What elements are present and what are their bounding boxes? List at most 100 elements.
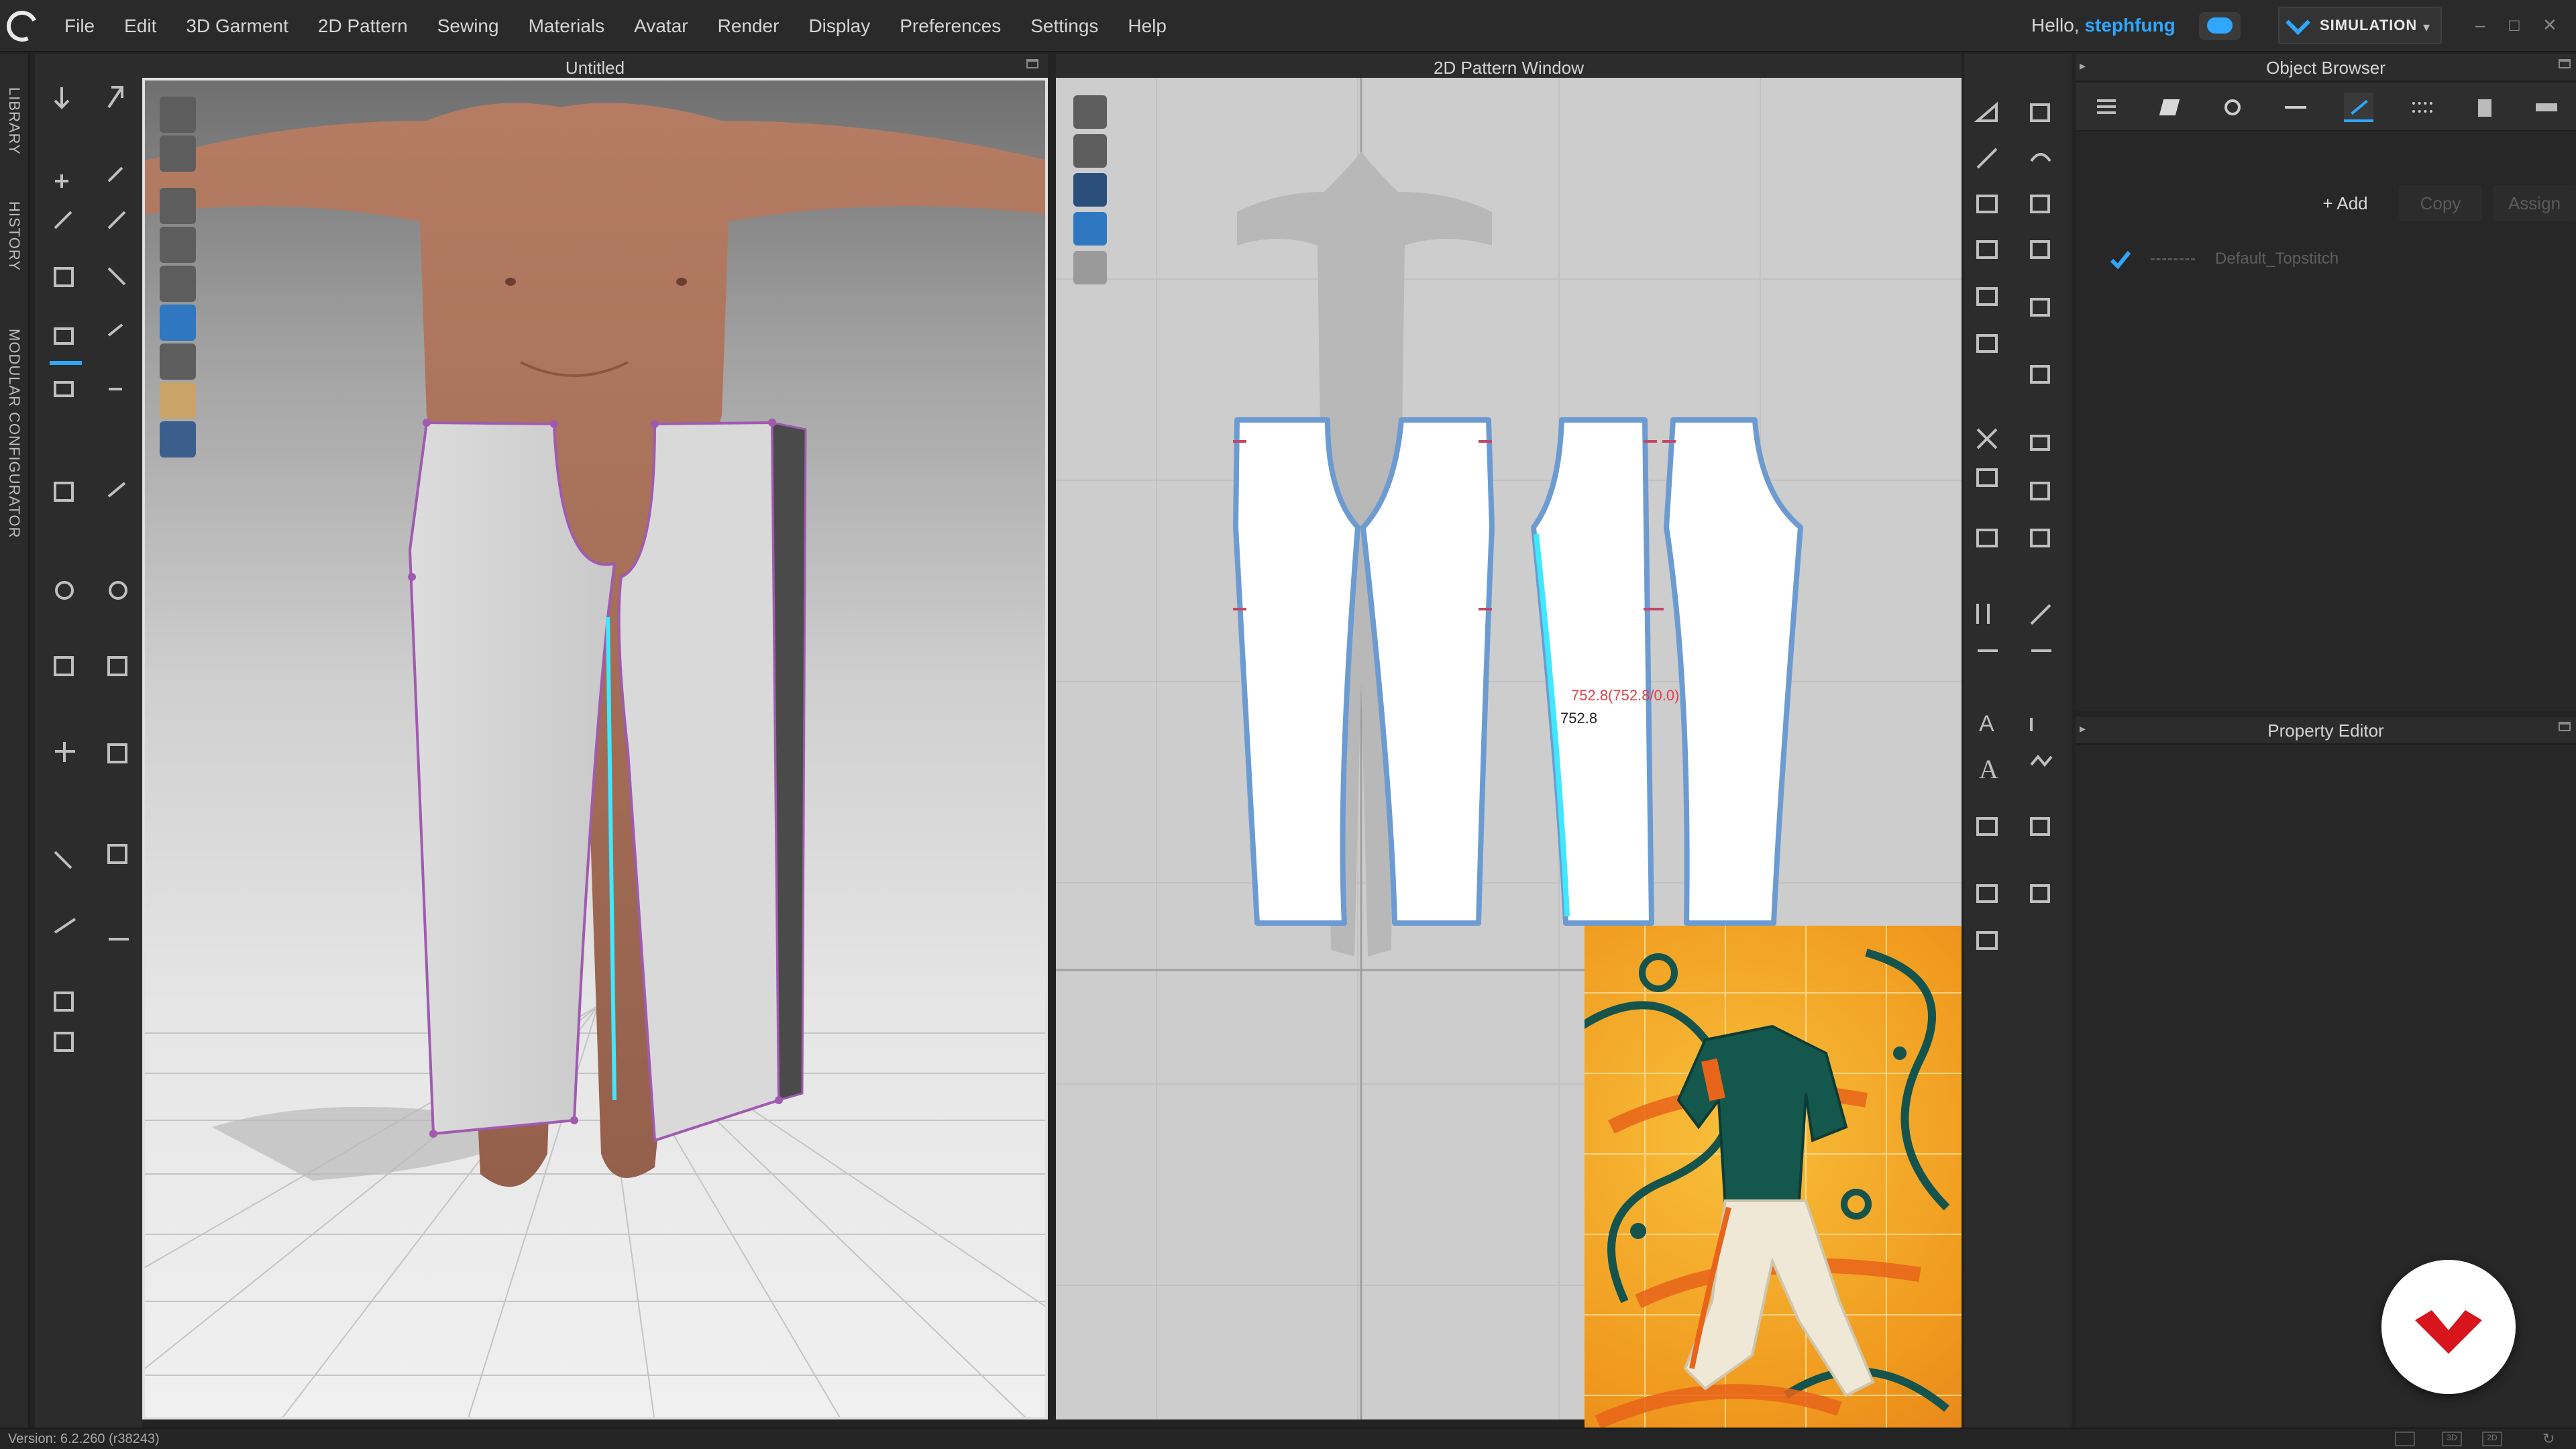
edit-pattern-tool-icon — [54, 211, 72, 229]
shirt-2d-icon — [1073, 251, 1107, 284]
viewport-3d[interactable] — [142, 78, 1048, 1419]
layout-1-icon[interactable] — [2395, 1432, 2415, 1446]
tab-fabric[interactable] — [2155, 93, 2184, 122]
tab-library[interactable]: LIBRARY — [5, 87, 23, 155]
garment-tool-icons[interactable] — [35, 54, 142, 1194]
menu-materials[interactable]: Materials — [529, 15, 605, 37]
pattern-piece-front-left — [1233, 417, 1360, 926]
menu-settings[interactable]: Settings — [1030, 15, 1098, 37]
dropdown-caret-icon[interactable]: ▾ — [2423, 19, 2430, 36]
tab-trim[interactable] — [2470, 93, 2500, 122]
object-browser-tabs — [2076, 83, 2576, 131]
pattern-tool-icon — [54, 327, 74, 345]
menu-render[interactable]: Render — [718, 15, 780, 37]
floor-grid — [145, 1006, 1045, 1417]
tab-modular-configurator[interactable]: MODULAR CONFIGURATOR — [5, 329, 23, 539]
maximize-icon[interactable]: □ — [2509, 15, 2520, 36]
text-tool-icon: A — [1979, 711, 1994, 737]
add-button[interactable]: + Add — [2304, 185, 2387, 221]
buttonhole-tool-icon — [109, 581, 127, 600]
transform-tool-icon — [55, 174, 68, 188]
panel-collapse-icon[interactable]: ▸ — [2080, 722, 2086, 736]
undock-property-editor-icon[interactable] — [2559, 722, 2571, 731]
hem-icon — [1976, 931, 1998, 950]
free-sew-icon — [1976, 468, 1998, 487]
status-bar: Version: 6.2.260 (r38243) 3D 2D ↻ — [0, 1428, 2576, 1449]
button-icon — [2224, 99, 2241, 115]
close-icon[interactable]: ✕ — [2542, 15, 2557, 36]
tab-history[interactable]: HISTORY — [5, 201, 23, 271]
edit-point-icon — [1974, 101, 1998, 122]
username[interactable]: stephfung — [2084, 15, 2175, 36]
overlay-artwork — [1585, 926, 1962, 1449]
tab-puckering[interactable] — [2407, 93, 2436, 122]
menu-display[interactable]: Display — [808, 15, 870, 37]
pattern-pieces — [1233, 417, 1803, 926]
fitting-icon — [107, 844, 127, 864]
undock-3d-icon[interactable] — [1026, 59, 1038, 68]
button-2d-icon — [2030, 817, 2050, 836]
sew-icon — [1976, 884, 1998, 903]
tab-button[interactable] — [2218, 93, 2247, 122]
menu-2d-pattern[interactable]: 2D Pattern — [318, 15, 408, 37]
pin-tool-icon — [107, 323, 123, 337]
view-3d-icon[interactable]: 3D — [2442, 1432, 2462, 1446]
tab-list[interactable] — [2092, 93, 2121, 122]
tack-icon — [2030, 529, 2050, 547]
cloud-sync-button[interactable] — [2199, 12, 2241, 40]
checkmark-icon[interactable] — [2109, 248, 2132, 271]
viewport-3d-title: Untitled — [565, 58, 625, 78]
view-2d-icon[interactable]: 2D — [2482, 1432, 2502, 1446]
avatar-measure-icon — [55, 742, 75, 762]
refresh-icon[interactable]: ↻ — [2542, 1430, 2555, 1448]
pattern-view-tools[interactable] — [1071, 93, 1111, 307]
undock-object-browser-icon[interactable] — [2559, 59, 2571, 68]
menu-file[interactable]: File — [64, 15, 95, 37]
internal-rect-icon — [2030, 240, 2050, 259]
pleat-icon — [1976, 604, 1990, 624]
seam-tool-icon — [107, 267, 126, 286]
tab-topstitch[interactable] — [2344, 93, 2373, 122]
property-editor-titlebar: Property Editor — [2076, 716, 2576, 745]
tab-tape[interactable] — [2533, 93, 2563, 122]
symmetry-icon — [1976, 529, 1998, 547]
scene-3d[interactable] — [145, 80, 1048, 1419]
check-sewing-icon — [2030, 482, 2050, 500]
measure-primary: 752.8(752.8/0.0) — [1571, 687, 1679, 704]
menu-sewing[interactable]: Sewing — [437, 15, 499, 37]
chevron-down-icon — [2286, 10, 2310, 36]
puckering-icon — [107, 656, 127, 676]
menu-help[interactable]: Help — [1128, 15, 1167, 37]
measure-secondary: 752.8 — [1560, 710, 1597, 727]
thick-textured-icon — [160, 305, 196, 341]
assign-button[interactable]: Assign — [2493, 185, 2576, 221]
user-greeting[interactable]: Hello, stephfung — [2031, 15, 2176, 36]
list-item-topstitch[interactable]: Default_Topstitch — [2109, 241, 2552, 278]
garment-toolbar — [35, 54, 142, 1428]
pattern-tool-icons[interactable]: A A — [1964, 54, 2072, 993]
menu-3d-garment[interactable]: 3D Garment — [186, 15, 288, 37]
panel-collapse-icon[interactable]: ▸ — [2080, 59, 2086, 73]
topstitch-name: Default_Topstitch — [2215, 250, 2339, 268]
plus-icon: + — [2322, 193, 2337, 213]
viewport-3d-tools[interactable] — [157, 94, 200, 470]
copy-button[interactable]: Copy — [2399, 185, 2482, 221]
fabric-icon — [54, 482, 74, 502]
knife-icon — [54, 851, 72, 869]
pencil-icon — [54, 918, 76, 934]
simulation-mode-button[interactable]: SIMULATION ▾ — [2278, 7, 2442, 44]
transform-pattern-icon — [2030, 103, 2050, 122]
version-label: Version: 6.2.260 (r38243) — [8, 1432, 160, 1446]
fabric-2d-icon — [1073, 212, 1107, 246]
menu-avatar[interactable]: Avatar — [634, 15, 688, 37]
active-tool-indicator — [50, 361, 82, 365]
menu-edit[interactable]: Edit — [124, 15, 156, 37]
garment-display-icon — [160, 136, 196, 172]
polygon-icon — [1976, 195, 1998, 213]
tab-zipper[interactable] — [2281, 93, 2310, 122]
edit-curve-point-icon — [1976, 148, 1998, 169]
app-logo-icon[interactable] — [2, 6, 42, 46]
minimize-icon[interactable]: – — [2475, 15, 2485, 36]
avatar-2d-icon — [1073, 134, 1107, 168]
menu-preferences[interactable]: Preferences — [900, 15, 1001, 37]
